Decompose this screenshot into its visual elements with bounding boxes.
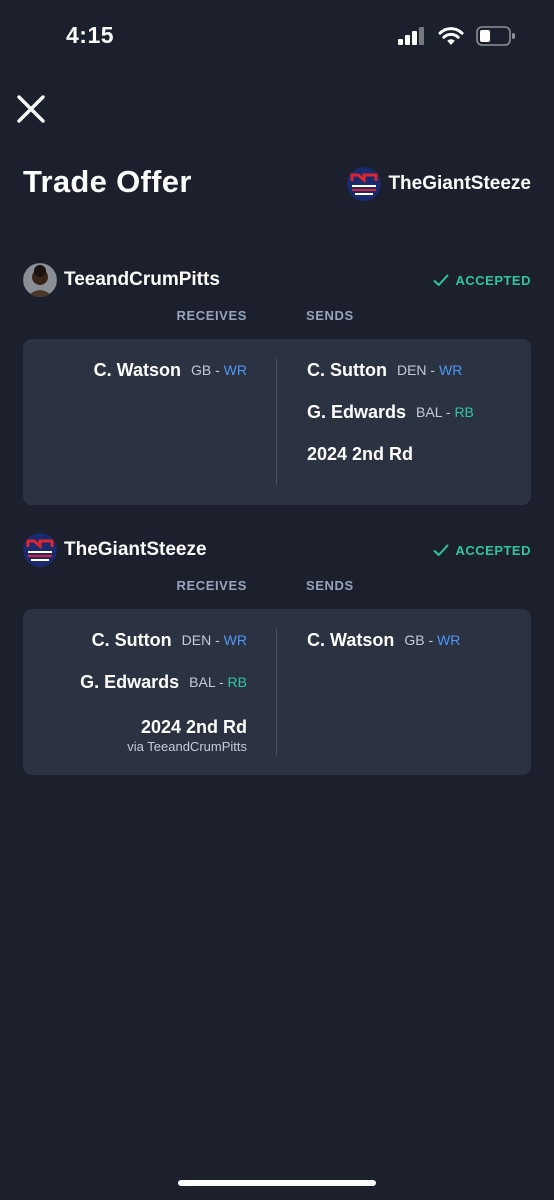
status-text: ACCEPTED [455,542,531,558]
asset-item[interactable]: C. Sutton DEN - WR [23,629,247,671]
asset-item[interactable]: C. Sutton DEN - WR [307,359,531,401]
section-username: TeeandCrumPitts [64,269,220,290]
trade-section-2: TheGiantSteeze ACCEPTED RECEIVES SENDS C… [23,533,531,775]
status-time: 4:15 [66,22,115,48]
receives-column: C. Watson GB - WR [23,339,277,505]
player-meta: BAL - RB [416,404,474,420]
page-title: Trade Offer [23,164,192,199]
player-meta: DEN - WR [396,362,463,378]
battery-icon [476,26,515,46]
wifi-icon [438,26,464,45]
section-username: TheGiantSteeze [64,539,207,560]
section-user[interactable]: TeeandCrumPitts [23,263,220,297]
player-meta: DEN - WR [181,632,247,648]
column-headers: RECEIVES SENDS [23,567,531,595]
section-user[interactable]: TheGiantSteeze [23,533,207,567]
draft-pick-via: via TeeandCrumPitts [127,739,247,754]
cellular-signal-icon [398,27,424,45]
trade-card: C. Sutton DEN - WR G. Edwards BAL - RB 2… [23,609,531,775]
player-name: G. Edwards [307,402,407,422]
sends-column: C. Sutton DEN - WR G. Edwards BAL - RB 2… [277,339,531,505]
receives-column: C. Sutton DEN - WR G. Edwards BAL - RB 2… [23,609,277,775]
home-indicator [178,1180,376,1186]
section-header: TeeandCrumPitts ACCEPTED [23,263,531,297]
card-divider [276,359,277,485]
player-name: G. Edwards [80,672,180,692]
status-text: ACCEPTED [455,272,531,288]
status-badge: ACCEPTED [433,273,531,288]
close-button[interactable] [14,92,48,126]
asset-item[interactable]: C. Watson GB - WR [307,629,531,671]
sends-column: C. Watson GB - WR [277,609,531,775]
sends-header: SENDS [306,578,354,593]
player-name: C. Sutton [91,630,172,650]
draft-pick-name: 2024 2nd Rd [307,444,414,464]
sends-header: SENDS [306,308,354,323]
close-icon [17,95,45,123]
player-name: C. Sutton [307,360,387,380]
receives-header: RECEIVES [176,578,247,593]
status-icons [398,26,516,46]
status-bar: 4:15 [0,0,554,70]
check-icon [433,274,449,286]
status-badge: ACCEPTED [433,543,531,558]
player-meta: GB - WR [404,632,461,648]
column-headers: RECEIVES SENDS [23,297,531,325]
trade-card: C. Watson GB - WR C. Sutton DEN - WR G. … [23,339,531,505]
player-name: C. Watson [93,360,181,380]
team-logo-icon [347,167,382,201]
asset-item[interactable]: G. Edwards BAL - RB [23,671,247,713]
trade-section-1: TeeandCrumPitts ACCEPTED RECEIVES SENDS … [23,263,531,505]
asset-item[interactable]: C. Watson GB - WR [23,359,247,401]
draft-pick-name: 2024 2nd Rd [140,717,247,737]
player-name: C. Watson [307,630,395,650]
section-header: TheGiantSteeze ACCEPTED [23,533,531,567]
avatar [23,263,57,297]
asset-item[interactable]: G. Edwards BAL - RB [307,401,531,443]
draft-pick-item[interactable]: 2024 2nd Rd [307,443,531,485]
header-user[interactable]: TheGiantSteeze [347,167,531,201]
card-divider [276,629,277,755]
receives-header: RECEIVES [176,308,247,323]
header-username: TheGiantSteeze [388,173,531,194]
check-icon [433,544,449,556]
draft-pick-item[interactable]: 2024 2nd Rd via TeeandCrumPitts [23,713,247,755]
player-meta: BAL - RB [189,674,247,690]
player-meta: GB - WR [190,362,247,378]
team-logo-icon [23,533,57,567]
